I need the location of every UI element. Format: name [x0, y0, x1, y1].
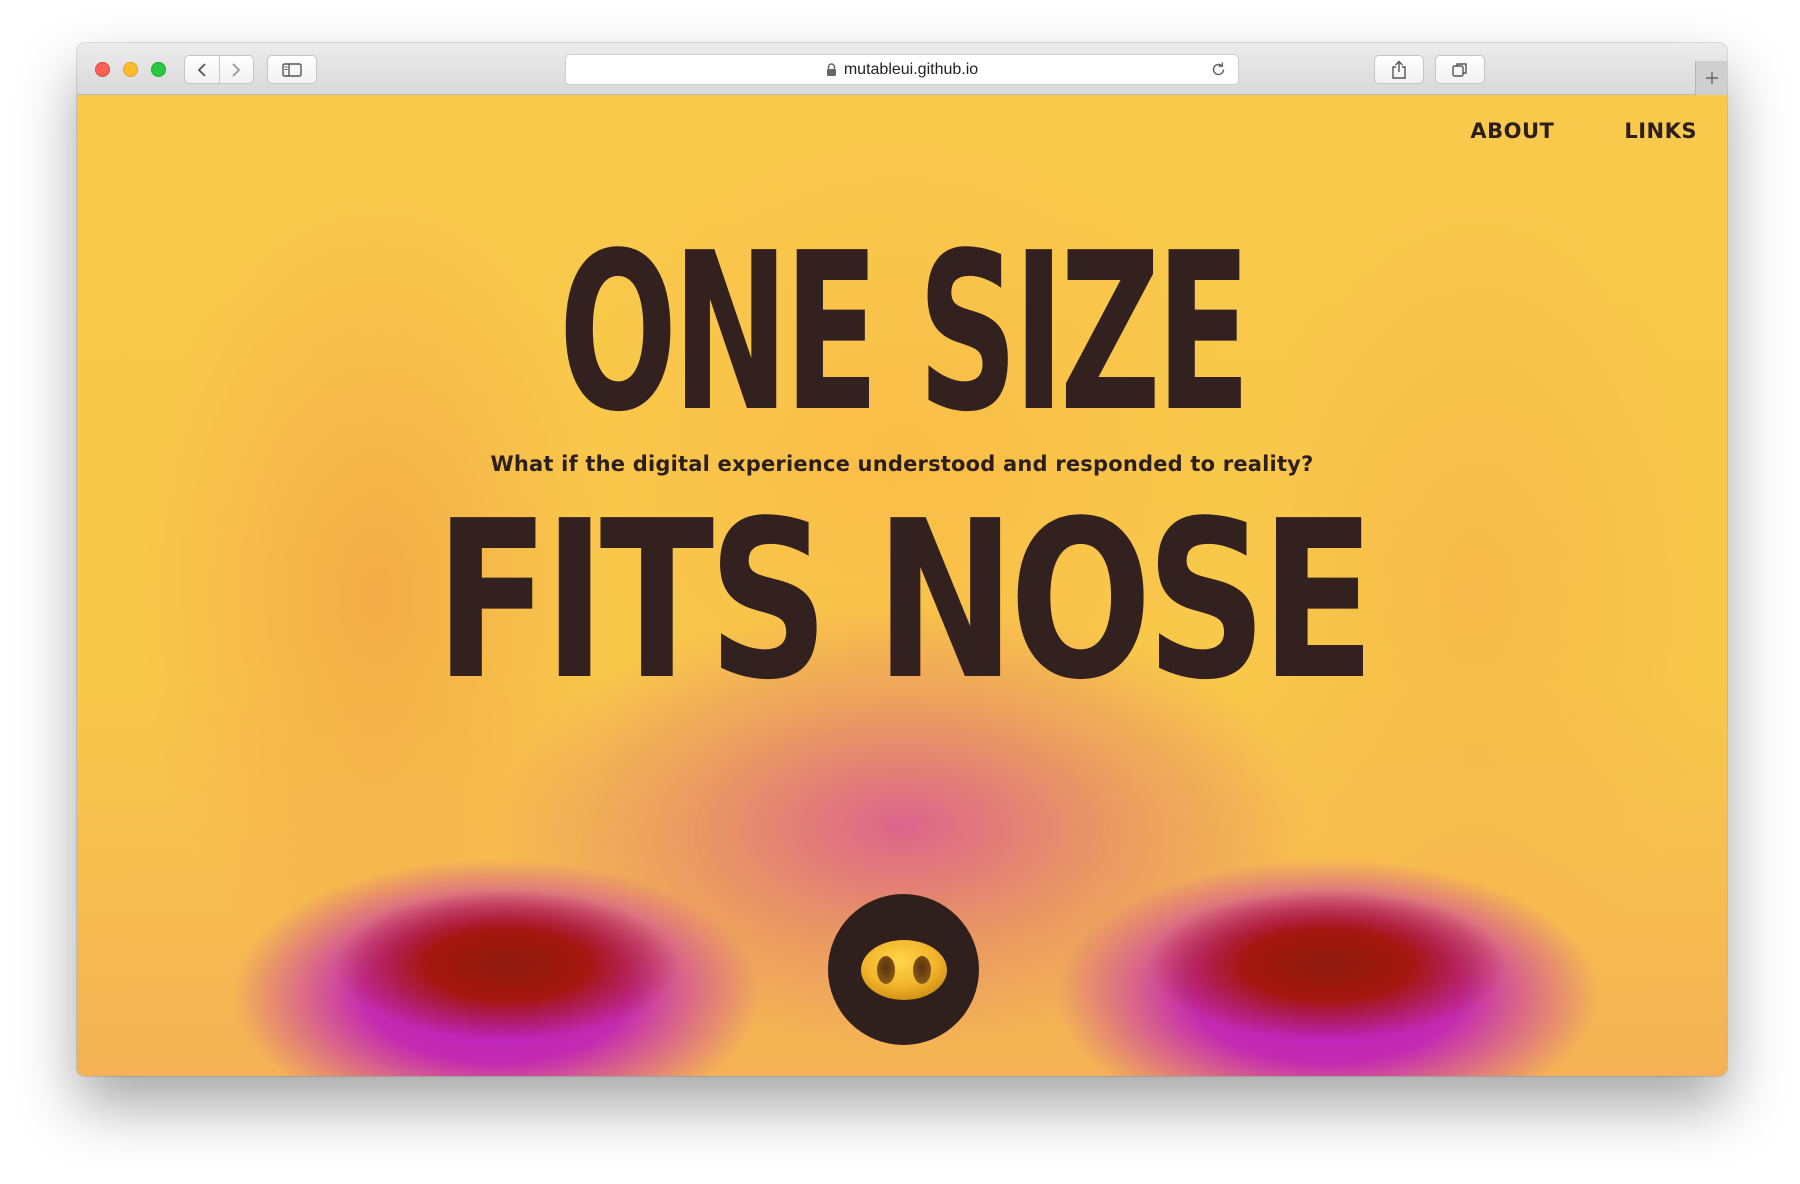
new-tab-button[interactable]	[1695, 61, 1727, 95]
nose-button[interactable]	[828, 894, 979, 1045]
browser-window: mutableui.github.io ABOUT LINKS ONE SIZE…	[77, 43, 1727, 1076]
browser-toolbar: mutableui.github.io	[77, 43, 1727, 95]
back-button[interactable]	[185, 56, 219, 83]
url-text: mutableui.github.io	[843, 60, 979, 78]
address-bar[interactable]: mutableui.github.io	[565, 54, 1239, 85]
sidebar-icon	[282, 62, 302, 77]
site-nav: ABOUT LINKS	[1470, 119, 1697, 143]
share-button[interactable]	[1374, 55, 1424, 84]
reload-icon[interactable]	[1210, 61, 1227, 78]
plus-icon	[1705, 72, 1718, 84]
zoom-window-button[interactable]	[151, 62, 166, 77]
sidebar-toggle-button[interactable]	[267, 55, 317, 84]
hero-headline-line2: FITS NOSE	[434, 475, 1375, 728]
hero-headline-line1: ONE SIZE	[558, 207, 1251, 460]
nav-link-about[interactable]: ABOUT	[1470, 119, 1554, 143]
share-icon	[1392, 60, 1406, 79]
close-window-button[interactable]	[95, 62, 110, 77]
tabs-overview-icon	[1452, 62, 1467, 77]
minimize-window-button[interactable]	[123, 62, 138, 77]
page-viewport: ABOUT LINKS ONE SIZE What if the digital…	[77, 95, 1727, 1076]
history-nav-group	[184, 55, 254, 84]
chevron-left-icon	[197, 62, 206, 77]
hero-tagline: What if the digital experience understoo…	[490, 452, 1314, 476]
chevron-right-icon	[232, 62, 241, 77]
tabs-overview-button[interactable]	[1435, 55, 1485, 84]
lock-icon	[826, 62, 837, 77]
forward-button[interactable]	[218, 56, 254, 83]
nav-link-links[interactable]: LINKS	[1624, 119, 1697, 143]
pig-nose-icon	[860, 939, 947, 1000]
